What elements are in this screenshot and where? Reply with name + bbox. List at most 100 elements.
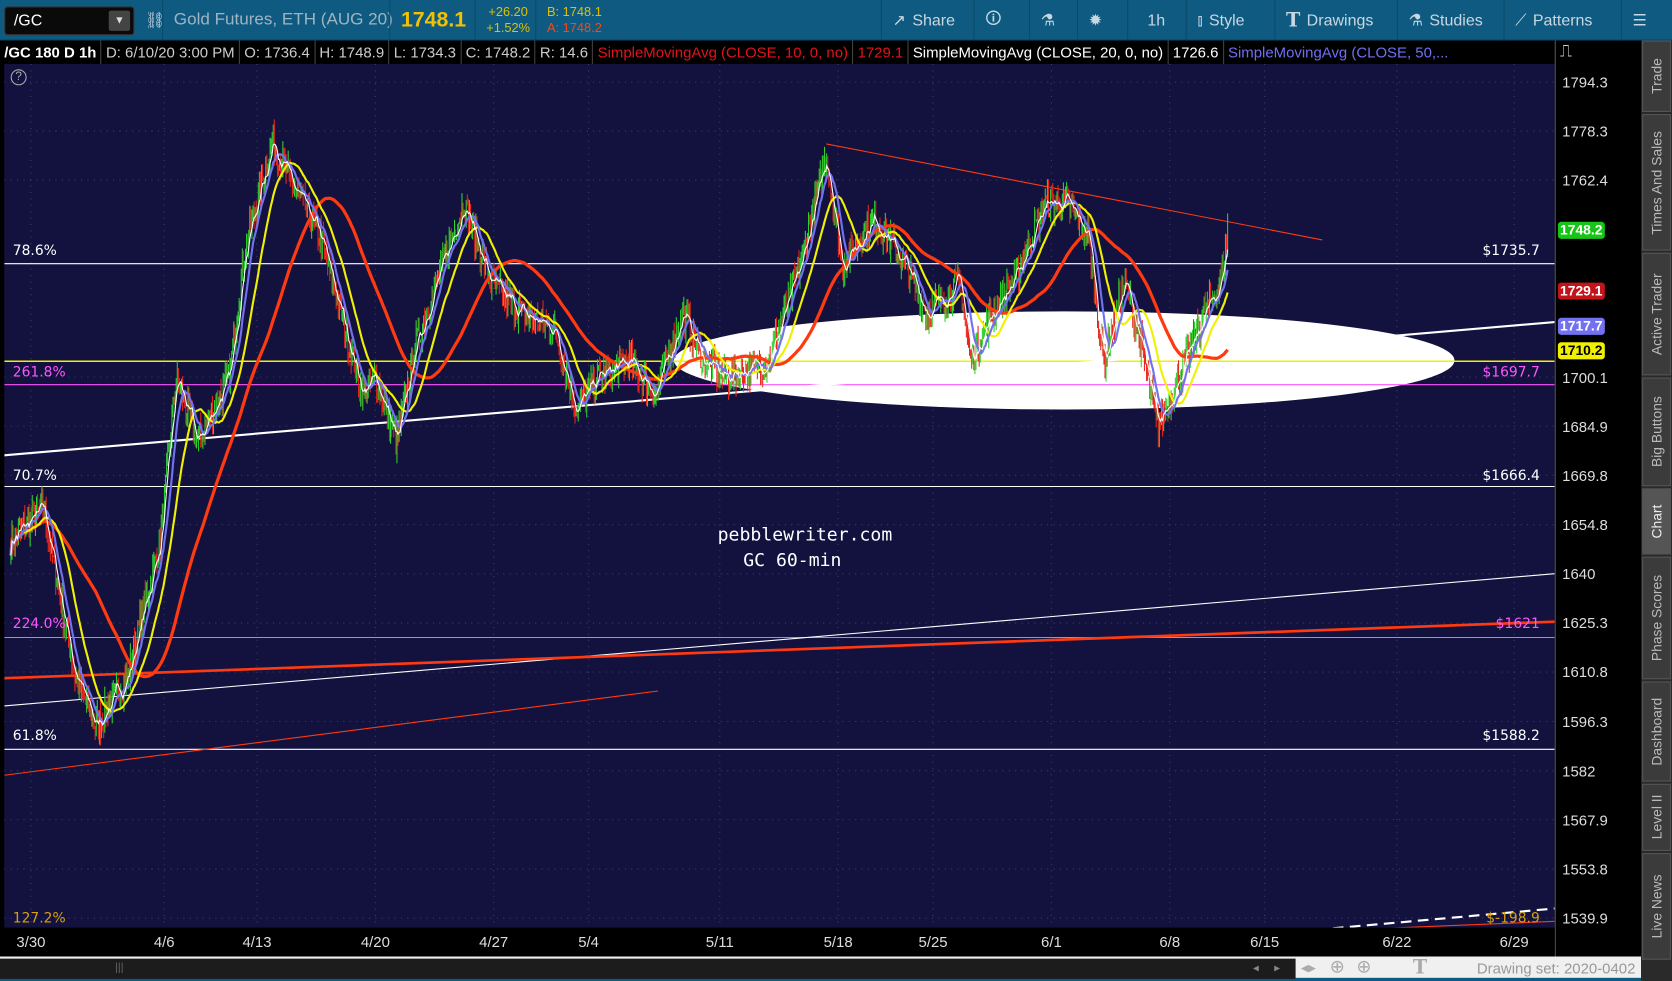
symbol-selector[interactable]: /GC ▼ — [4, 6, 135, 36]
scale-settings-icon[interactable]: ⎍ — [1560, 43, 1572, 62]
text-tool-icon[interactable]: T — [1413, 956, 1427, 978]
price-tick-label: 1640 — [1562, 565, 1596, 583]
price-axis[interactable]: ⎍ 1794.3 1778.3 1762.4 1700.1 1684.9 1669.8 16… — [1554, 40, 1642, 957]
bar-high: H: 1748.9 — [315, 40, 390, 64]
sidebar-tab-dashboard[interactable]: Dashboard — [1642, 681, 1671, 782]
ellipse-drawing — [673, 311, 1455, 410]
time-axis[interactable]: 3/30 4/6 4/13 4/20 4/27 5/4 5/11 5/18 5/25 6/1 6/8… — [0, 927, 1555, 957]
sidebar-tab-active-trader[interactable]: Active Trader — [1642, 252, 1671, 376]
bar-close: C: 1748.2 — [461, 40, 536, 64]
sidebar-tab-times-and-sales[interactable]: Times And Sales — [1642, 114, 1671, 251]
date-tick-label: 5/4 — [578, 933, 599, 951]
sidebar-tab-trade[interactable]: Trade — [1642, 40, 1671, 112]
sidebar-tab-big-buttons[interactable]: Big Buttons — [1642, 377, 1671, 487]
bar-low: L: 1734.3 — [389, 40, 462, 64]
timeframe-button[interactable]: 1h — [1127, 0, 1184, 41]
crosshair-icon[interactable]: ⊕ — [1330, 956, 1345, 977]
candle-icon: ⫾ — [1197, 11, 1203, 30]
flask-icon: ⚗ — [1408, 11, 1423, 30]
flask-icon: ⚗ — [1040, 11, 1056, 30]
price-tick-label: 1596.3 — [1562, 712, 1608, 731]
flask-button[interactable]: ⚗ — [1029, 0, 1066, 41]
text-tool-icon: T — [1285, 9, 1301, 32]
date-tick-label: 6/29 — [1499, 933, 1529, 951]
fib-price-label: $-198.9 — [1486, 910, 1540, 927]
fib-percent-label: 224.0% — [12, 616, 66, 633]
gear-icon: ✹ — [1088, 11, 1103, 30]
trendline-red-resistance — [826, 143, 1323, 241]
right-sidebar: Trade Times And Sales Active Trader Big But… — [1641, 40, 1672, 981]
sma50-label[interactable]: SimpleMovingAvg (CLOSE, 50,... — [1224, 41, 1453, 64]
bid-price: B: 1748.1 — [547, 4, 602, 20]
fib-percent-label: 78.6% — [12, 243, 57, 260]
symbol-value: /GC — [13, 11, 43, 30]
fib-percent-label: 61.8% — [12, 728, 57, 745]
patterns-icon: ⟋ — [1515, 11, 1527, 30]
instrument-description: Gold Futures, ETH (AUG 20) — [162, 0, 403, 41]
price-chart[interactable]: ? pebblewriter.com GC 60-min 78.6% $1735.… — [4, 63, 1555, 928]
patterns-label: Patterns — [1532, 11, 1593, 30]
scroll-thumb-grip[interactable]: ||| — [115, 962, 123, 974]
fib-price-label: $1621 — [1495, 616, 1540, 633]
bar-range: R: 14.6 — [536, 40, 594, 64]
scroll-right-icon[interactable]: ▸ — [1274, 961, 1280, 975]
drawing-set-selector[interactable]: Drawing set: 2020-0402 — [1477, 960, 1636, 977]
fib-percent-label: 261.8% — [12, 364, 66, 381]
sidebar-tab-phase-scores[interactable]: Phase Scores — [1642, 556, 1671, 680]
price-tick-label: 1669.8 — [1562, 466, 1608, 484]
style-label: Style — [1209, 11, 1245, 30]
sma10-label[interactable]: SimpleMovingAvg (CLOSE, 10, 0, no) — [593, 40, 854, 64]
last-price: 1748.1 — [389, 0, 477, 41]
fib-price-label: $1735.7 — [1482, 243, 1540, 260]
price-tick-label: 1778.3 — [1562, 122, 1608, 140]
price-tick-label: 1762.4 — [1562, 171, 1608, 189]
info-icon: 🛈 — [985, 9, 1002, 28]
toolbar: /GC ▼ ⛓ Gold Futures, ETH (AUG 20) 1748.1… — [0, 0, 1672, 41]
watermark-site: pebblewriter.com — [717, 524, 893, 546]
pan-icon[interactable]: ◂▸ — [1301, 959, 1316, 977]
date-tick-label: 6/8 — [1159, 933, 1181, 951]
date-tick-label: 4/13 — [242, 933, 272, 951]
chart-scrollbar[interactable]: ||| ◂ ▸ — [0, 958, 1296, 979]
chart-info-bar: /GC 180 D 1h D: 6/10/20 3:00 PM O: 1736.… — [0, 40, 1555, 64]
price-tick-label: 1553.8 — [1562, 860, 1608, 878]
fib-price-label: $1588.2 — [1482, 728, 1540, 745]
info-button[interactable]: 🛈 — [973, 0, 1013, 41]
fib-price-label: $1697.7 — [1482, 364, 1540, 381]
date-tick-label: 3/30 — [16, 933, 46, 951]
date-tick-label: 6/22 — [1382, 933, 1412, 951]
menu-button[interactable]: ☰ — [1620, 0, 1658, 41]
scroll-left-icon[interactable]: ◂ — [1253, 961, 1259, 975]
help-icon[interactable]: ? — [10, 69, 27, 86]
chevron-down-icon[interactable]: ▼ — [108, 10, 131, 31]
style-button[interactable]: ⫾ Style — [1185, 0, 1255, 41]
zoom-icon[interactable]: ⊕ — [1356, 956, 1371, 977]
studies-button[interactable]: ⚗ Studies — [1396, 0, 1494, 41]
fib-percent-label: 127.2% — [12, 910, 66, 927]
bar-open: O: 1736.4 — [240, 40, 316, 64]
date-tick-label: 4/6 — [153, 933, 175, 951]
sidebar-tab-live-news[interactable]: Live News — [1642, 853, 1671, 960]
price-tick-label: 1654.8 — [1562, 516, 1608, 534]
share-button[interactable]: ↗ Share — [880, 0, 966, 41]
patterns-button[interactable]: ⟋ Patterns — [1503, 0, 1604, 41]
price-tick-label: 1567.9 — [1562, 811, 1608, 829]
list-icon: ☰ — [1632, 11, 1647, 30]
studies-label: Studies — [1429, 11, 1483, 30]
chart-title: /GC 180 D 1h — [0, 40, 102, 64]
price-tick-label: 1610.8 — [1562, 663, 1608, 681]
date-tick-label: 6/1 — [1041, 933, 1062, 951]
price-tick-label: 1684.9 — [1562, 417, 1608, 435]
sidebar-tab-chart[interactable]: Chart — [1642, 488, 1671, 555]
settings-button[interactable]: ✹ — [1076, 0, 1113, 41]
trendline-red-lower — [4, 620, 1555, 680]
sma10-value: 1729.1 — [853, 40, 909, 64]
drawings-button[interactable]: T Drawings — [1274, 0, 1384, 41]
chart-canvas[interactable] — [4, 63, 1555, 928]
date-tick-label: 5/11 — [705, 933, 734, 951]
sidebar-tab-level-ii[interactable]: Level II — [1642, 783, 1671, 851]
date-tick-label: 5/18 — [823, 933, 853, 951]
date-tick-label: 4/27 — [479, 933, 509, 951]
sma20-label[interactable]: SimpleMovingAvg (CLOSE, 20, 0, no) — [909, 40, 1169, 64]
date-tick-label: 6/15 — [1250, 933, 1280, 951]
